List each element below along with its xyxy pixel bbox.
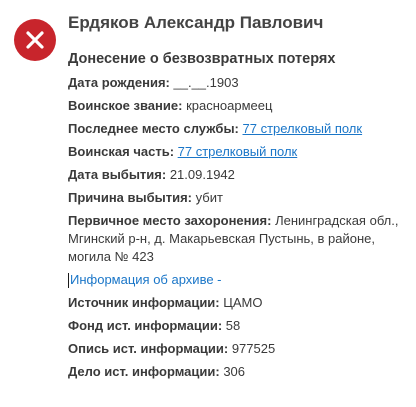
archive-fond: Фонд ист. информации: 58 xyxy=(68,317,410,335)
field-value: красноармеец xyxy=(186,98,273,113)
field-label: Фонд ист. информации: xyxy=(68,318,223,333)
field-value: 58 xyxy=(225,318,241,333)
field-label: Воинское звание: xyxy=(68,98,183,113)
field-label: Воинская часть: xyxy=(68,144,175,159)
field-label: Последнее место службы: xyxy=(68,121,239,136)
military-unit-link[interactable]: 77 стрелковый полк xyxy=(178,144,298,159)
archive-info-toggle[interactable]: Информация об архиве - xyxy=(68,271,410,289)
field-value: 306 xyxy=(223,364,246,379)
text-cursor xyxy=(68,272,69,288)
field-value: 977525 xyxy=(231,341,276,356)
field-birth-date: Дата рождения: __.__.1903 xyxy=(68,74,410,92)
record-card: Ердяков Александр Павлович Донесение о б… xyxy=(0,0,416,407)
field-value: 21.09.1942 xyxy=(169,167,235,182)
field-military-unit: Воинская часть: 77 стрелковый полк xyxy=(68,143,410,161)
field-value: __.__.1903 xyxy=(173,75,239,90)
archive-opis: Опись ист. информации: 977525 xyxy=(68,340,410,358)
archive-info-label: Информация об архиве - xyxy=(70,272,222,287)
person-name: Ердяков Александр Павлович xyxy=(68,13,324,32)
field-label: Источник информации: xyxy=(68,295,220,310)
field-value: ЦАМО xyxy=(223,295,263,310)
field-departure-reason: Причина выбытия: убит xyxy=(68,189,410,207)
field-label: Дата рождения: xyxy=(68,75,170,90)
record-content: Ердяков Александр Павлович Донесение о б… xyxy=(68,10,410,381)
archive-source: Источник информации: ЦАМО xyxy=(68,294,410,312)
field-label: Причина выбытия: xyxy=(68,190,193,205)
last-service-link[interactable]: 77 стрелковый полк xyxy=(243,121,363,136)
field-label: Опись ист. информации: xyxy=(68,341,229,356)
field-burial-place: Первичное место захоронения: Ленинградск… xyxy=(68,212,410,266)
field-last-service: Последнее место службы: 77 стрелковый по… xyxy=(68,120,410,138)
report-title: Донесение о безвозвратных потерях xyxy=(68,51,336,67)
field-departure-date: Дата выбытия: 21.09.1942 xyxy=(68,166,410,184)
field-rank: Воинское звание: красноармеец xyxy=(68,97,410,115)
field-label: Дело ист. информации: xyxy=(68,364,220,379)
field-value: убит xyxy=(195,190,223,205)
close-icon xyxy=(14,19,56,61)
field-label: Первичное место захоронения: xyxy=(68,213,272,228)
field-label: Дата выбытия: xyxy=(68,167,167,182)
archive-delo: Дело ист. информации: 306 xyxy=(68,363,410,381)
